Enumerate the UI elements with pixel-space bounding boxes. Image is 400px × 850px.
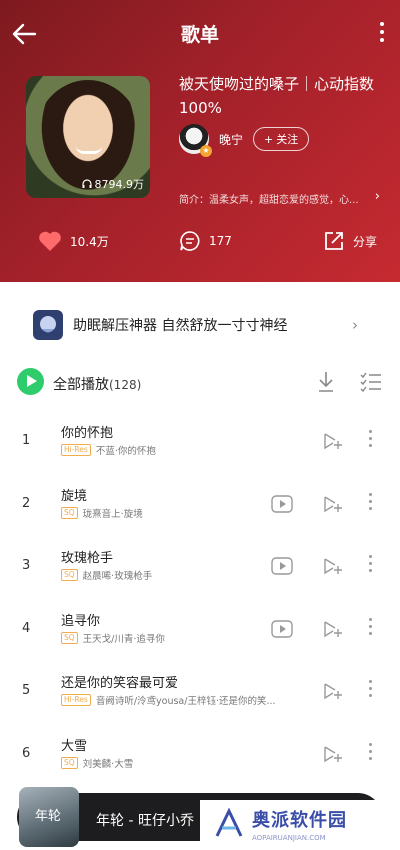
sleep-app-icon xyxy=(33,310,63,340)
watermark-text: 奥派软件园 xyxy=(252,810,347,831)
like-button[interactable]: 10.4万 xyxy=(38,230,109,252)
song-number: 2 xyxy=(22,495,31,511)
quality-tag: Hi-Res xyxy=(61,694,91,706)
song-more-icon[interactable] xyxy=(367,492,373,515)
song-row[interactable]: 1 你的怀抱 Hi-Res 不蓝·你的怀抱 xyxy=(0,420,400,480)
song-count: (128) xyxy=(109,378,142,392)
play-all-label: 全部播放 xyxy=(53,377,109,393)
share-label: 分享 xyxy=(353,234,378,249)
song-more-icon[interactable] xyxy=(367,617,373,640)
add-to-playlist-icon[interactable] xyxy=(323,557,343,575)
add-to-playlist-icon[interactable] xyxy=(323,620,343,638)
play-all-row: 全部播放(128) xyxy=(0,366,400,400)
song-number: 4 xyxy=(22,620,31,636)
more-options-icon[interactable] xyxy=(378,22,386,48)
quality-tag: SQ xyxy=(61,631,78,644)
song-title[interactable]: 玫瑰枪手 xyxy=(61,547,113,566)
banner-text: 助眠解压神器 自然舒放一寸寸神经 xyxy=(73,318,288,334)
like-count: 10.4万 xyxy=(70,234,109,249)
quality-tag: SQ xyxy=(61,569,78,581)
song-more-icon[interactable] xyxy=(367,680,373,702)
play-count-value: 8794.9万 xyxy=(94,178,145,191)
chevron-right-icon[interactable]: › xyxy=(375,189,380,204)
song-artist-album: 刘美麟·大雪 xyxy=(82,758,134,770)
song-meta: Hi-Res 不蓝·你的怀抱 xyxy=(61,443,156,457)
share-icon xyxy=(325,232,343,250)
quality-tag: SQ xyxy=(61,506,78,519)
top-bar: 歌单 xyxy=(0,0,400,64)
song-title[interactable]: 你的怀抱 xyxy=(61,422,113,441)
song-artist-album: 珑熹音上·旋境 xyxy=(82,508,143,520)
watermark-sub: AOPAIRUANJIAN.COM xyxy=(252,834,326,842)
now-playing-title[interactable]: 年轮 - 旺仔小乔 xyxy=(96,810,194,830)
song-meta: SQ 珑熹音上·旋境 xyxy=(61,506,143,520)
play-all-button[interactable]: 全部播放(128) xyxy=(53,374,141,394)
mv-play-icon[interactable] xyxy=(271,494,293,513)
comment-icon xyxy=(180,231,200,251)
song-more-icon[interactable] xyxy=(367,430,373,452)
song-meta: SQ 王天戈/川青·追寻你 xyxy=(61,631,165,645)
mv-play-icon[interactable] xyxy=(271,557,293,575)
heart-icon xyxy=(39,231,61,251)
song-artist-album: 不蓝·你的怀抱 xyxy=(95,446,156,457)
playlist-cover[interactable]: 8794.9万 xyxy=(26,76,150,198)
chevron-right-icon: › xyxy=(352,316,358,334)
now-playing-cover[interactable]: 年轮 xyxy=(19,787,79,847)
song-row[interactable]: 5 还是你的笑容最可爱 Hi-Res 音阙诗听/泠鸢yousa/王梓钰·还是你的… xyxy=(0,670,400,730)
song-title[interactable]: 大雪 xyxy=(61,735,87,754)
add-to-playlist-icon[interactable] xyxy=(323,682,343,700)
song-title[interactable]: 旋境 xyxy=(61,485,87,504)
play-all-icon[interactable] xyxy=(17,368,44,395)
multi-select-icon[interactable] xyxy=(360,372,382,392)
song-more-icon[interactable] xyxy=(367,555,373,577)
add-to-playlist-icon[interactable] xyxy=(323,495,343,513)
song-meta: SQ 赵晨唏·玫瑰枪手 xyxy=(61,568,152,582)
song-artist-album: 音阙诗听/泠鸢yousa/王梓钰·还是你的笑... xyxy=(95,696,276,707)
quality-tag: Hi-Res xyxy=(61,444,91,456)
song-more-icon[interactable] xyxy=(367,742,373,765)
play-count: 8794.9万 xyxy=(81,176,145,192)
song-artist-album: 王天戈/川青·追寻你 xyxy=(82,633,165,645)
song-number: 5 xyxy=(22,683,31,698)
plus-icon: + xyxy=(264,132,274,146)
song-row[interactable]: 2 旋境 SQ 珑熹音上·旋境 xyxy=(0,483,400,543)
follow-button[interactable]: + 关注 xyxy=(253,127,310,151)
mv-play-icon[interactable] xyxy=(271,619,293,638)
song-title[interactable]: 追寻你 xyxy=(61,610,100,629)
song-number: 3 xyxy=(22,558,31,573)
action-bar: 10.4万 177 分享 xyxy=(0,226,400,260)
playlist-name: 被天使吻过的嗓子｜心动指数100% xyxy=(179,75,375,117)
song-number: 6 xyxy=(22,745,31,761)
follow-label: 关注 xyxy=(276,133,299,146)
creator-avatar[interactable]: ★ xyxy=(179,124,212,157)
add-to-playlist-icon[interactable] xyxy=(323,432,343,450)
headphones-icon xyxy=(81,179,92,188)
creator-name[interactable]: 晚宁 xyxy=(219,131,243,148)
vip-star-icon: ★ xyxy=(200,145,212,157)
song-row[interactable]: 4 追寻你 SQ 王天戈/川青·追寻你 xyxy=(0,608,400,668)
cover-text: 年轮 xyxy=(35,809,62,824)
song-meta: Hi-Res 音阙诗听/泠鸢yousa/王梓钰·还是你的笑... xyxy=(61,693,276,707)
share-button[interactable]: 分享 xyxy=(323,230,377,252)
song-title[interactable]: 还是你的笑容最可爱 xyxy=(61,672,178,691)
quality-tag: SQ xyxy=(61,756,78,769)
creator: ★ 晚宁 + 关注 xyxy=(179,124,310,157)
page-title: 歌单 xyxy=(180,24,219,46)
playlist-description[interactable]: 简介：温柔女声，超甜恋爱的感觉，心... xyxy=(179,191,385,206)
playlist-header: 歌单 8794.9万 被天使吻过的嗓子｜心动指数100% ★ 晚宁 + 关注 简… xyxy=(0,0,400,282)
promo-banner[interactable]: 助眠解压神器 自然舒放一寸寸神经 › xyxy=(0,302,400,350)
song-number: 1 xyxy=(22,433,31,448)
cover-smile xyxy=(76,146,102,154)
song-meta: SQ 刘美麟·大雪 xyxy=(61,756,133,770)
song-row[interactable]: 3 玫瑰枪手 SQ 赵晨唏·玫瑰枪手 xyxy=(0,545,400,605)
song-artist-album: 赵晨唏·玫瑰枪手 xyxy=(82,571,153,582)
download-icon[interactable] xyxy=(316,370,336,394)
watermark-logo-icon xyxy=(215,808,243,837)
watermark: 奥派软件园 AOPAIRUANJIAN.COM xyxy=(200,800,400,850)
add-to-playlist-icon[interactable] xyxy=(323,745,343,763)
comment-button[interactable]: 177 xyxy=(179,230,232,252)
comment-count: 177 xyxy=(209,234,232,248)
